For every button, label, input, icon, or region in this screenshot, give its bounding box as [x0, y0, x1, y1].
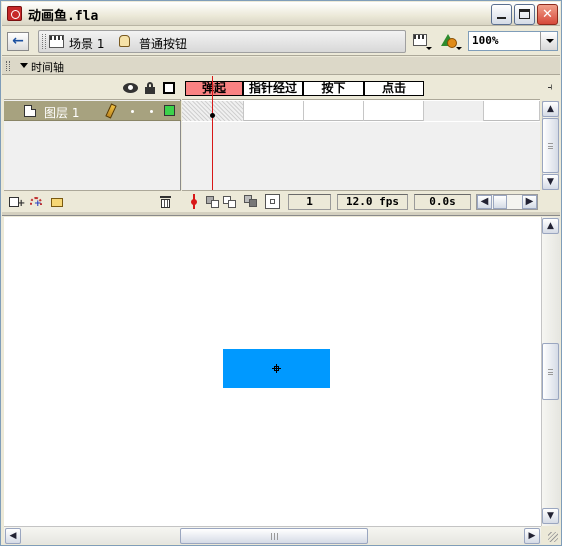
minimize-button[interactable] [491, 4, 512, 25]
back-arrow-button[interactable]: ← [7, 32, 29, 51]
edit-scene-button[interactable] [412, 32, 432, 52]
frame-labels: 弹起 指针经过 按下 点击 [182, 76, 540, 100]
scroll-thumb[interactable] [180, 528, 368, 544]
scroll-left-icon[interactable]: ◀ [5, 528, 21, 544]
resize-grip-icon[interactable] [541, 526, 560, 544]
playhead[interactable] [212, 76, 213, 190]
add-motion-guide-icon[interactable]: + [30, 196, 44, 209]
frame-up[interactable]: 弹起 [185, 81, 243, 96]
frame-cell-down[interactable] [304, 101, 364, 121]
maximize-icon [519, 9, 530, 19]
frame-panel: 弹起 指针经过 按下 点击 1 12.0 fps 0.0s ◀ ▶ [182, 76, 540, 212]
close-button[interactable]: ✕ [537, 4, 558, 25]
button-rectangle-shape[interactable] [223, 349, 330, 388]
lock-icon[interactable] [145, 82, 155, 94]
scroll-down-icon[interactable]: ▼ [542, 174, 559, 190]
timeline-vertical-scrollbar: ⫞ ▲ ▼ [541, 76, 560, 212]
minimize-icon [497, 17, 506, 19]
window-title: 动画鱼.fla [28, 9, 99, 24]
insert-layer-icon[interactable]: + [9, 196, 25, 209]
layer-page-icon [24, 105, 36, 117]
title-bar[interactable]: 动画鱼.fla ✕ [2, 2, 560, 26]
stage-horizontal-scrollbar[interactable]: ◀ ▶ [4, 526, 541, 544]
frame-row [182, 101, 540, 121]
frame-cell-empty[interactable] [484, 101, 540, 121]
trash-icon[interactable] [160, 196, 171, 208]
button-symbol-icon [117, 33, 134, 49]
frame-rate: 12.0 fps [337, 194, 408, 210]
pencil-icon [105, 103, 117, 119]
frame-down[interactable]: 按下 [303, 81, 364, 96]
maximize-button[interactable] [514, 4, 535, 25]
scroll-thumb[interactable] [493, 195, 507, 209]
scroll-down-icon[interactable]: ▼ [542, 508, 559, 524]
timeline-header[interactable]: 时间轴 [2, 57, 560, 75]
frame-cell-hit[interactable] [364, 101, 424, 121]
stage[interactable] [4, 217, 541, 526]
timeline-title: 时间轴 [31, 61, 64, 74]
timeline-status-bar: 1 12.0 fps 0.0s ◀ ▶ [182, 190, 540, 212]
chevron-down-icon [546, 39, 554, 43]
scroll-left-icon[interactable]: ◀ [477, 195, 492, 209]
elapsed-time: 0.0s [414, 194, 471, 210]
clapper-icon [413, 34, 427, 46]
layer-name: 图层 1 [44, 106, 80, 120]
breadcrumb-symbol[interactable]: 普通按钮 [139, 35, 187, 52]
zoom-dropdown-button[interactable] [540, 32, 557, 50]
onion-skin-outlines-icon[interactable] [223, 194, 238, 209]
frame-cell-empty[interactable] [424, 101, 484, 121]
collapse-triangle-icon[interactable] [20, 63, 28, 68]
insert-folder-icon[interactable] [49, 196, 64, 208]
zoom-select[interactable]: 100% [468, 31, 558, 51]
breadcrumb-scene[interactable]: 场景 1 [69, 35, 104, 52]
eye-icon[interactable] [123, 83, 138, 93]
modify-onion-markers-icon[interactable] [265, 194, 280, 209]
scroll-right-icon[interactable]: ▶ [522, 195, 537, 209]
registration-point-icon [272, 364, 281, 373]
flash-document-icon [7, 6, 22, 21]
breadcrumb: 场景 1 普通按钮 [38, 30, 406, 53]
scroll-up-icon[interactable]: ▲ [542, 218, 559, 234]
edit-symbols-button[interactable] [439, 32, 462, 52]
layer-header [4, 76, 181, 100]
current-frame: 1 [288, 194, 331, 210]
scroll-up-icon[interactable]: ▲ [542, 101, 559, 117]
center-frame-icon[interactable] [187, 194, 202, 209]
visibility-dot[interactable] [131, 110, 134, 113]
edit-bar: ← 场景 1 普通按钮 100% [2, 27, 560, 56]
edit-multiple-frames-icon[interactable] [244, 194, 259, 209]
timeline-splitter[interactable] [2, 212, 560, 216]
frame-over[interactable]: 指针经过 [243, 81, 303, 96]
clapper-icon [49, 35, 64, 48]
zoom-value: 100% [472, 34, 499, 47]
frame-cell-up[interactable] [182, 101, 244, 121]
layer-panel: 图层 1 + + [4, 76, 181, 212]
frame-hit[interactable]: 点击 [364, 81, 424, 96]
scroll-thumb[interactable] [542, 343, 559, 400]
stage-vertical-scrollbar[interactable]: ▲ ▼ [541, 217, 560, 526]
scroll-thumb[interactable] [542, 118, 559, 173]
chevron-down-icon [426, 47, 432, 50]
timeline-menu-icon[interactable]: ⫞ [543, 81, 557, 95]
frame-empty-area [182, 122, 540, 190]
onion-skin-icon[interactable] [206, 194, 221, 209]
timeline-horizontal-scrollbar[interactable]: ◀ ▶ [476, 194, 538, 210]
scroll-right-icon[interactable]: ▶ [524, 528, 540, 544]
lock-dot[interactable] [150, 110, 153, 113]
layer-outline-color[interactable] [164, 105, 175, 116]
outline-square-icon[interactable] [163, 82, 175, 94]
drag-grip-icon[interactable] [6, 61, 10, 71]
chevron-down-icon [456, 47, 462, 50]
layer-row[interactable]: 图层 1 [4, 101, 181, 121]
flash-document-window: 动画鱼.fla ✕ ← 场景 1 普通按钮 100% 时间轴 图层 1 + + … [0, 0, 562, 546]
keyframe-icon [210, 113, 215, 118]
drag-grip-icon[interactable] [42, 34, 46, 49]
frame-cell-over[interactable] [244, 101, 304, 121]
close-icon: ✕ [542, 7, 553, 22]
layer-toolbar: + + [4, 190, 181, 212]
